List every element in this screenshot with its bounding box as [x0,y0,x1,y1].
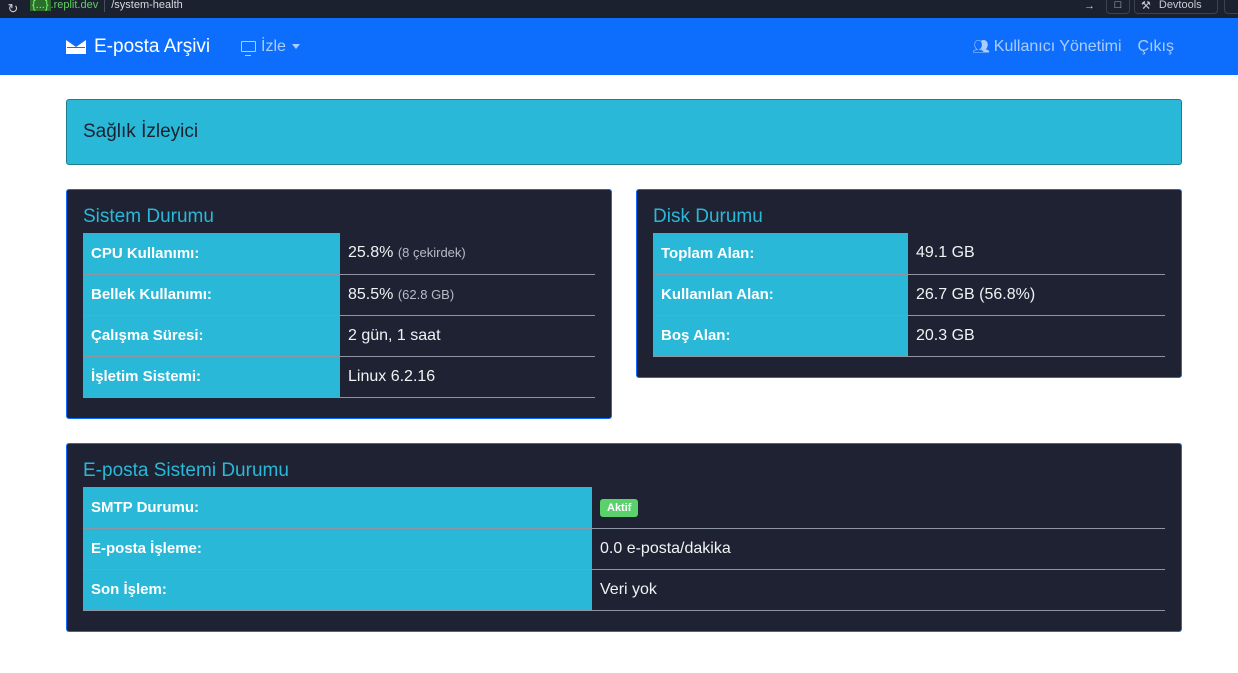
watch-dropdown-label: İzle [261,37,286,55]
user-management-link[interactable]: 👥︎ Kullanıcı Yönetimi [972,38,1122,56]
total-space-value: 49.1 GB [908,233,1165,275]
table-row: Toplam Alan: 49.1 GB [653,233,1165,275]
brand-label: E-posta Arşivi [94,35,211,57]
memory-usage-label: Bellek Kullanımı: [83,274,340,316]
disk-status-heading: Disk Durumu [653,206,763,227]
status-badge: Aktif [600,498,639,517]
used-space-value: 26.7 GB (56.8%) [908,274,1165,316]
os-value: Linux 6.2.16 [340,356,595,398]
devtools-button[interactable]: ⚒ Devtools [1134,0,1218,14]
email-processing-value: 0.0 e-posta/dakika [592,528,1165,570]
system-status-heading: Sistem Durumu [83,206,214,227]
screen-icon[interactable]: □ [1106,0,1130,14]
email-status-card: E-posta Sistemi Durumu SMTP Durumu: Akti… [66,443,1182,632]
last-operation-label: Son İşlem: [83,569,592,611]
monitor-icon [241,41,256,56]
email-status-heading: E-posta Sistemi Durumu [83,460,289,481]
uptime-value: 2 gün, 1 saat [340,315,595,357]
panel-icon[interactable] [1224,0,1238,14]
memory-usage-value: 85.5% (62.8 GB) [340,274,595,316]
brand-link[interactable]: E-posta Arşivi [66,18,210,75]
divider [104,0,106,12]
logout-link[interactable]: Çıkış [1138,38,1174,56]
used-space-label: Kullanılan Alan: [653,274,908,316]
free-space-value: 20.3 GB [908,315,1165,357]
system-status-table: CPU Kullanımı: 25.8% (8 çekirdek) Bellek… [83,233,595,398]
table-row: Bellek Kullanımı: 85.5% (62.8 GB) [83,274,595,316]
disk-status-table: Toplam Alan: 49.1 GB Kullanılan Alan: 26… [653,233,1165,357]
navbar-right: 👥︎ Kullanıcı Yönetimi Çıkış [972,18,1174,75]
table-row: E-posta İşleme: 0.0 e-posta/dakika [83,528,1165,570]
table-row: Çalışma Süresi: 2 gün, 1 saat [83,315,595,357]
table-row: CPU Kullanımı: 25.8% (8 çekirdek) [83,233,595,275]
table-row: Kullanılan Alan: 26.7 GB (56.8%) [653,274,1165,316]
browser-toolbar: ↻ {...} .replit.dev /system-health → □ ⚒ D… [0,0,1238,18]
disk-status-card: Disk Durumu Toplam Alan: 49.1 GB Kullanı… [636,189,1182,378]
cpu-usage-label: CPU Kullanımı: [83,233,340,275]
page-title-banner: Sağlık İzleyici [66,99,1182,165]
table-row: SMTP Durumu: Aktif [83,487,1165,529]
users-icon: 👥︎ [971,38,990,54]
url-domain: {...} .replit.dev [30,0,99,11]
free-space-label: Boş Alan: [653,315,908,357]
url-path: /system-health [111,0,183,11]
system-status-card: Sistem Durumu CPU Kullanımı: 25.8% (8 çe… [66,189,612,419]
os-label: İşletim Sistemi: [83,356,340,398]
email-processing-label: E-posta İşleme: [83,528,592,570]
cpu-usage-value: 25.8% (8 çekirdek) [340,233,595,275]
table-row: İşletim Sistemi: Linux 6.2.16 [83,356,595,398]
smtp-status-label: SMTP Durumu: [83,487,592,529]
watch-dropdown[interactable]: İzle [241,18,300,75]
reload-icon[interactable]: ↻ [0,1,26,17]
chevron-down-icon [291,44,300,49]
envelope-icon [66,39,86,54]
navbar: E-posta Arşivi İzle 👥︎ Kullanıcı Yönetim… [0,18,1238,75]
go-arrow-icon[interactable]: → [1084,0,1095,12]
total-space-label: Toplam Alan: [653,233,908,275]
last-operation-value: Veri yok [592,569,1165,611]
uptime-label: Çalışma Süresi: [83,315,340,357]
smtp-status-value: Aktif [592,487,1165,529]
page-title: Sağlık İzleyici [83,121,199,142]
wrench-icon: ⚒ [1141,0,1151,12]
address-bar[interactable]: {...} .replit.dev /system-health [30,0,1102,14]
devtools-label: Devtools [1158,0,1202,11]
email-status-table: SMTP Durumu: Aktif E-posta İşleme: 0.0 e… [83,487,1165,611]
table-row: Boş Alan: 20.3 GB [653,315,1165,357]
user-management-label: Kullanıcı Yönetimi [993,37,1122,55]
table-row: Son İşlem: Veri yok [83,569,1165,611]
